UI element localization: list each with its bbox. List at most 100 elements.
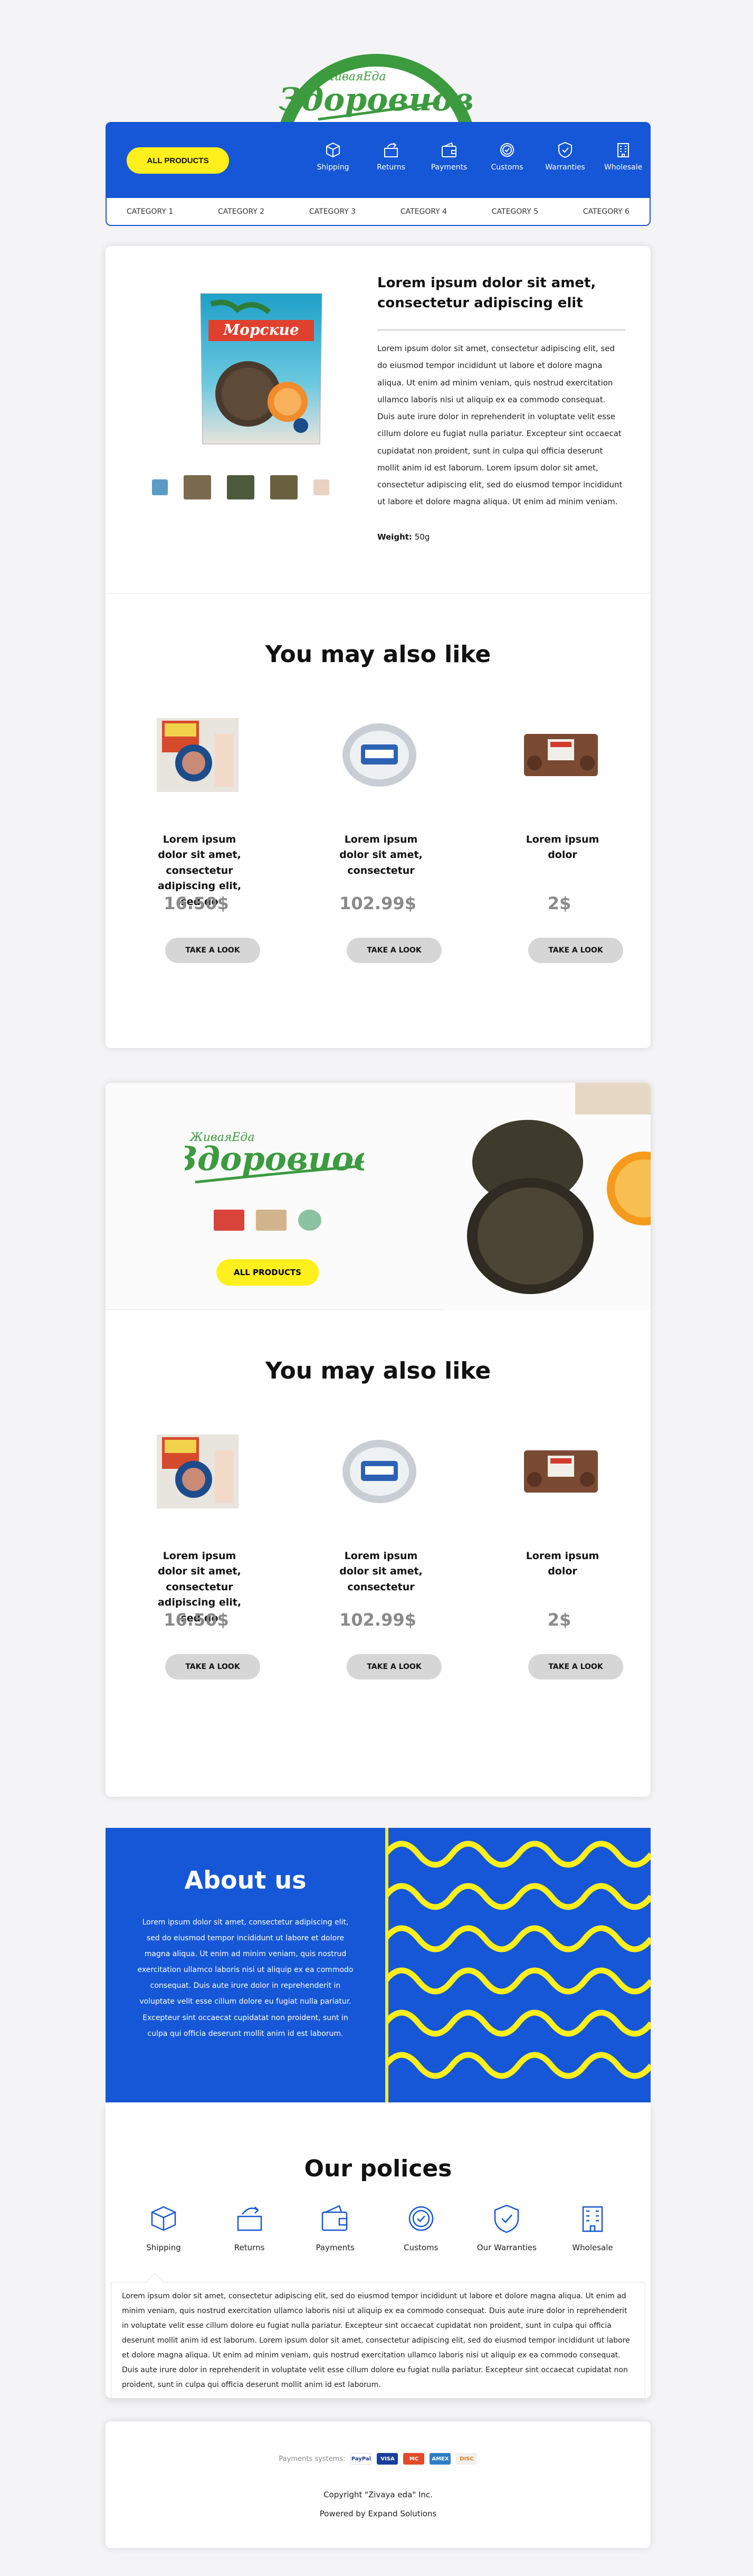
policy-label: Our Warranties bbox=[476, 2243, 537, 2252]
product-package-image: Морские bbox=[200, 293, 322, 445]
nav-wholesale[interactable]: Wholesale bbox=[594, 141, 652, 172]
product-image bbox=[524, 734, 598, 776]
badge-icon bbox=[298, 1210, 321, 1231]
take-a-look-button[interactable]: TAKE A LOOK bbox=[165, 1654, 260, 1679]
policy-tab-wholesale[interactable]: Wholesale bbox=[556, 2203, 630, 2252]
product-price: 2$ bbox=[547, 1610, 571, 1630]
paypal-icon: PayPal bbox=[350, 2453, 372, 2465]
product-name: Lorem ipsum dolor bbox=[526, 1550, 599, 1578]
weight-value: 50g bbox=[414, 532, 430, 542]
powered-by-text[interactable]: Powered by Expand Solutions bbox=[106, 2509, 651, 2518]
policy-tab-returns[interactable]: Returns bbox=[213, 2203, 287, 2252]
also-like-section: You may also like Lorem ipsum dolor sit … bbox=[106, 593, 651, 1048]
nav-payments[interactable]: Payments bbox=[420, 141, 478, 172]
mastercard-icon: MC bbox=[403, 2453, 425, 2465]
box-icon bbox=[326, 142, 340, 158]
visa-icon: VISA bbox=[377, 2453, 398, 2465]
product-price: 2$ bbox=[547, 893, 571, 913]
certification-badges bbox=[214, 1210, 321, 1231]
nav-returns[interactable]: Returns bbox=[362, 141, 420, 172]
product-price: 16.50$ bbox=[164, 893, 229, 913]
product-name: Lorem ipsum dolor sit amet, consectetur bbox=[339, 1550, 423, 1593]
brand-banner: ЖиваяЕда Здоровиов ALL PRODUCTS bbox=[106, 1083, 651, 1310]
badge-check-icon bbox=[500, 143, 514, 157]
title-divider bbox=[377, 329, 625, 331]
product-image bbox=[342, 723, 416, 787]
return-icon bbox=[384, 143, 398, 157]
weight-label: Weight: bbox=[377, 532, 412, 542]
thumbnail-3[interactable] bbox=[227, 475, 254, 499]
policy-tab-warranties[interactable]: Our Warranties bbox=[470, 2203, 544, 2252]
policy-label: Customs bbox=[404, 2243, 439, 2252]
take-a-look-button[interactable]: TAKE A LOOK bbox=[528, 938, 623, 963]
site-header: ALL PRODUCTS Shipping Returns Payments C… bbox=[106, 122, 651, 226]
policy-label: Returns bbox=[234, 2243, 265, 2252]
product-thumbnails bbox=[152, 475, 329, 499]
product-description: Lorem ipsum dolor sit amet, consectetur … bbox=[377, 344, 623, 507]
policies-section: Our polices Shipping Returns Payments Cu… bbox=[106, 2102, 651, 2399]
nav-label: Wholesale bbox=[604, 163, 643, 172]
discover-icon: DISC bbox=[456, 2453, 478, 2465]
product-card: Морские Lorem ipsum dolor sit amet, cons… bbox=[106, 246, 651, 1048]
payments-label: Payments systems: bbox=[279, 2455, 346, 2463]
nav-warranties[interactable]: Warranties bbox=[536, 141, 594, 172]
take-a-look-button[interactable]: TAKE A LOOK bbox=[347, 938, 442, 963]
product-weight: Weight: 50g bbox=[377, 532, 430, 542]
thumbnail-5[interactable] bbox=[313, 479, 329, 495]
amex-icon: AMEX bbox=[430, 2453, 451, 2465]
nav-label: Returns bbox=[377, 163, 405, 172]
policy-description: Lorem ipsum dolor sit amet, consectetur … bbox=[111, 2282, 645, 2399]
product-name: Lorem ipsum dolor sit amet, consectetur bbox=[339, 834, 423, 876]
policy-label: Payments bbox=[316, 2243, 355, 2252]
all-products-button[interactable]: ALL PRODUCTS bbox=[127, 147, 229, 174]
package-label: Морские bbox=[223, 321, 299, 338]
product-name: Lorem ipsum dolor bbox=[526, 834, 599, 861]
product-detail: Морские Lorem ipsum dolor sit amet, cons… bbox=[106, 246, 651, 593]
about-text-panel: About us Lorem ipsum dolor sit amet, con… bbox=[106, 1828, 385, 2102]
banner-logo: ЖиваяЕда Здоровиов bbox=[185, 1131, 364, 1184]
wallet-icon bbox=[321, 2205, 348, 2231]
thumbnail-2[interactable] bbox=[184, 475, 211, 499]
thumbnail-1[interactable] bbox=[152, 479, 168, 495]
product-price: 16.50$ bbox=[164, 1610, 229, 1630]
product-price: 102.99$ bbox=[339, 1610, 416, 1630]
nav-label: Payments bbox=[431, 163, 468, 172]
policy-tabs: Shipping Returns Payments Customs Our Wa… bbox=[106, 2203, 651, 2252]
return-icon bbox=[237, 2206, 262, 2231]
copyright-text: Copyright "Zivaya eda" Inc. bbox=[323, 2490, 433, 2499]
take-a-look-button[interactable]: TAKE A LOOK bbox=[347, 1654, 442, 1679]
building-icon bbox=[582, 2206, 603, 2232]
banner-product-photo bbox=[443, 1083, 651, 1310]
category-link-6[interactable]: CATEGORY 6 bbox=[583, 207, 630, 216]
banner-all-products-button[interactable]: ALL PRODUCTS bbox=[216, 1259, 319, 1286]
banner-logo-main: Здоровиов bbox=[185, 1139, 364, 1178]
nav-customs[interactable]: Customs bbox=[478, 141, 536, 172]
policy-tab-shipping[interactable]: Shipping bbox=[127, 2203, 201, 2252]
box-icon bbox=[151, 2206, 176, 2231]
about-section: About us Lorem ipsum dolor sit amet, con… bbox=[106, 1828, 651, 2102]
payment-systems: Payments systems: PayPal VISA MC AMEX DI… bbox=[106, 2453, 651, 2465]
category-link-2[interactable]: CATEGORY 2 bbox=[218, 207, 264, 216]
product-image bbox=[524, 1450, 598, 1493]
category-link-3[interactable]: CATEGORY 3 bbox=[309, 207, 356, 216]
policy-label: Shipping bbox=[146, 2243, 181, 2252]
policy-tab-payments[interactable]: Payments bbox=[298, 2203, 372, 2252]
nav-label: Customs bbox=[491, 163, 523, 172]
product-price: 102.99$ bbox=[339, 893, 416, 913]
shield-icon bbox=[494, 2204, 519, 2233]
nav-shipping[interactable]: Shipping bbox=[304, 141, 362, 172]
shield-icon bbox=[558, 141, 572, 158]
also-like-section: You may also like Lorem ipsum dolor sit … bbox=[106, 1310, 651, 1796]
policy-tab-customs[interactable]: Customs bbox=[384, 2203, 458, 2252]
category-link-1[interactable]: CATEGORY 1 bbox=[127, 207, 173, 216]
policy-nav: Shipping Returns Payments Customs Warran… bbox=[304, 141, 652, 172]
take-a-look-button[interactable]: TAKE A LOOK bbox=[165, 938, 260, 963]
take-a-look-button[interactable]: TAKE A LOOK bbox=[528, 1654, 623, 1679]
product-image bbox=[342, 1440, 416, 1503]
badge-icon bbox=[214, 1210, 244, 1231]
category-link-5[interactable]: CATEGORY 5 bbox=[492, 207, 538, 216]
thumbnail-4[interactable] bbox=[270, 475, 298, 499]
category-link-4[interactable]: CATEGORY 4 bbox=[401, 207, 447, 216]
badge-check-icon bbox=[408, 2206, 434, 2231]
nav-label: Warranties bbox=[545, 163, 585, 172]
